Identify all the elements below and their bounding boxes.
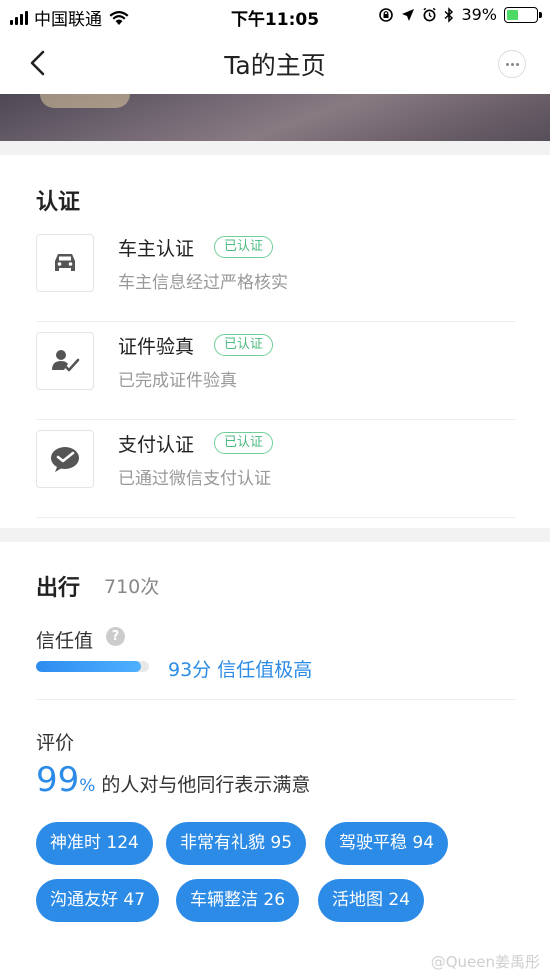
- section-divider: [0, 528, 550, 542]
- evaluation-label: 评价: [36, 732, 75, 754]
- satisfaction-rate: 99 % 的人对与他同行表示满意: [36, 760, 310, 800]
- verified-badge: 已认证: [214, 236, 274, 258]
- status-bar: 中国联通 下午11:05 39%: [0, 0, 550, 32]
- help-icon[interactable]: ?: [106, 627, 125, 646]
- trust-progress-bar: [36, 661, 149, 672]
- battery-percent: 39%: [461, 5, 497, 24]
- satisfaction-text: 的人对与他同行表示满意: [101, 774, 311, 796]
- nav-bar: Ta的主页: [0, 32, 550, 94]
- watermark: @Queen姜禹彤: [430, 953, 540, 971]
- trip-count: 710次: [104, 576, 160, 598]
- verified-badge: 已认证: [214, 334, 274, 356]
- review-tag[interactable]: 驾驶平稳 94: [325, 822, 449, 865]
- id-verify-icon: [36, 332, 94, 390]
- verified-badge: 已认证: [214, 432, 274, 454]
- trust-score-text: 93分 信任值极高: [168, 659, 313, 681]
- trust-label: 信任值: [36, 630, 94, 652]
- profile-cover-image: [0, 94, 550, 141]
- location-icon: [402, 8, 415, 21]
- cert-item-id: 证件验真 已认证 已完成证件验真: [36, 322, 516, 420]
- review-tag[interactable]: 非常有礼貌 95: [166, 822, 307, 865]
- bluetooth-icon: [444, 6, 454, 23]
- trip-title: 出行: [36, 576, 81, 601]
- cert-subtitle: 已完成证件验真: [118, 371, 237, 391]
- cert-title: 证件验真: [118, 336, 195, 358]
- rotation-lock-icon: [379, 7, 394, 22]
- car-icon: [36, 234, 94, 292]
- alarm-icon: [423, 7, 437, 22]
- cert-title: 支付认证: [118, 434, 195, 456]
- review-tag[interactable]: 沟通友好 47: [36, 879, 160, 922]
- cert-item-payment: 支付认证 已认证 已通过微信支付认证: [36, 420, 516, 518]
- review-tag[interactable]: 车辆整洁 26: [176, 879, 300, 922]
- page-title: Ta的主页: [224, 51, 326, 80]
- cert-subtitle: 已通过微信支付认证: [118, 469, 271, 489]
- cert-title: 车主认证: [118, 238, 195, 260]
- review-tag[interactable]: 活地图 24: [318, 879, 425, 922]
- wechat-pay-icon: [36, 430, 94, 488]
- cert-item-owner: 车主认证 已认证 车主信息经过严格核实: [36, 224, 516, 322]
- cert-subtitle: 车主信息经过严格核实: [118, 273, 288, 293]
- certification-title: 认证: [36, 190, 81, 215]
- divider: [36, 699, 516, 700]
- section-divider: [0, 141, 550, 155]
- satisfaction-percent: 99: [36, 760, 80, 800]
- review-tag[interactable]: 神准时 124: [36, 822, 153, 865]
- battery-icon: [504, 6, 542, 23]
- percent-sign: %: [79, 776, 96, 796]
- more-options-icon[interactable]: [498, 50, 526, 78]
